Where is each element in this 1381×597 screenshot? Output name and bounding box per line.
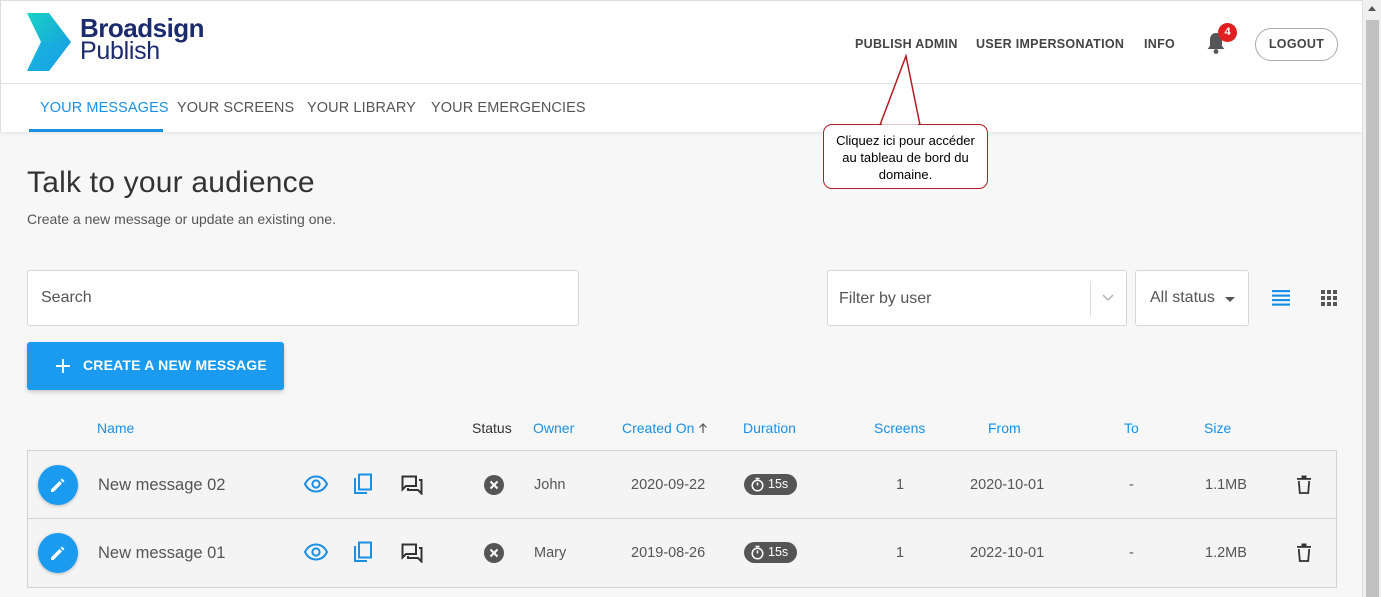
callout-line-2: au tableau de bord du (842, 150, 969, 165)
stopwatch-icon (751, 477, 764, 492)
duplicate-icon[interactable] (353, 473, 373, 496)
logout-button[interactable]: LOGOUT (1255, 28, 1338, 61)
top-header: Broadsign Publish PUBLISH ADMIN USER IMP… (0, 0, 1362, 84)
annotation-callout: Cliquez ici pour accéder au tableau de b… (823, 124, 988, 189)
scrollbar-thumb[interactable] (1366, 20, 1379, 597)
create-new-message-button[interactable]: CREATE A NEW MESSAGE (27, 342, 284, 390)
preview-eye-icon[interactable] (304, 475, 328, 493)
tab-your-library[interactable]: YOUR LIBRARY (307, 100, 416, 116)
active-tab-indicator (29, 129, 163, 132)
table-row: New message 02 John 2020-09-22 15s 1 202… (27, 450, 1337, 519)
table-row: New message 01 Mary 2019-08-26 15s 1 202… (27, 519, 1337, 588)
status-inactive-icon (484, 475, 504, 495)
duration-badge: 15s (744, 474, 797, 495)
edit-button[interactable] (38, 533, 78, 573)
duplicate-icon[interactable] (353, 541, 373, 564)
filter-by-user-select[interactable]: Filter by user (827, 270, 1127, 326)
owner-cell: John (534, 477, 566, 493)
plus-icon (56, 359, 70, 373)
to-cell: - (1129, 545, 1134, 561)
sort-ascending-arrow-icon (699, 423, 708, 433)
duration-badge: 15s (744, 542, 797, 563)
message-name[interactable]: New message 02 (98, 476, 225, 495)
notification-count-badge: 4 (1218, 23, 1237, 42)
pencil-icon (51, 478, 65, 492)
screens-cell: 1 (896, 477, 905, 493)
column-header-from[interactable]: From (988, 420, 1021, 436)
column-header-created-on[interactable]: Created On (622, 420, 708, 436)
info-link[interactable]: INFO (1144, 37, 1175, 51)
column-header-screens[interactable]: Screens (874, 420, 925, 436)
created-on-cell: 2020-09-22 (631, 477, 706, 493)
tab-bar: YOUR MESSAGES YOUR SCREENS YOUR LIBRARY … (0, 84, 1362, 132)
tab-your-screens[interactable]: YOUR SCREENS (177, 100, 294, 116)
edit-button[interactable] (38, 465, 78, 505)
size-cell: 1.1MB (1205, 477, 1247, 493)
trash-icon[interactable] (1296, 475, 1312, 494)
tab-your-messages[interactable]: YOUR MESSAGES (40, 100, 169, 116)
message-name[interactable]: New message 01 (98, 544, 225, 563)
from-cell: 2022-10-01 (970, 545, 1045, 561)
comments-icon[interactable] (401, 475, 423, 495)
preview-eye-icon[interactable] (304, 543, 328, 561)
search-input[interactable] (27, 270, 579, 326)
pencil-icon (51, 546, 65, 560)
created-on-cell: 2019-08-26 (631, 545, 706, 561)
filter-separator (1090, 281, 1091, 317)
column-header-created-on-label: Created On (622, 420, 695, 436)
screens-cell: 1 (896, 545, 905, 561)
column-header-to[interactable]: To (1124, 420, 1139, 436)
broadsign-publish-logo[interactable]: Broadsign Publish (27, 13, 207, 73)
user-impersonation-link[interactable]: USER IMPERSONATION (976, 37, 1124, 51)
column-header-name[interactable]: Name (97, 420, 134, 436)
logo-line-2: Publish (80, 37, 160, 65)
filter-by-user-placeholder: Filter by user (839, 290, 932, 307)
callout-line-1: Cliquez ici pour accéder (836, 133, 975, 148)
chevron-down-icon[interactable] (1101, 290, 1115, 304)
close-icon (489, 480, 499, 490)
status-inactive-icon (484, 543, 504, 563)
publish-admin-link[interactable]: PUBLISH ADMIN (855, 37, 958, 51)
from-cell: 2020-10-01 (970, 477, 1045, 493)
scroll-up-arrow-icon[interactable] (1368, 6, 1376, 11)
duration-value: 15s (768, 545, 789, 559)
grid-view-icon[interactable] (1320, 289, 1338, 307)
page-subtitle: Create a new message or update an existi… (27, 211, 336, 227)
stopwatch-icon (751, 545, 764, 560)
comments-icon[interactable] (401, 543, 423, 563)
column-header-owner[interactable]: Owner (533, 420, 574, 436)
page-title: Talk to your audience (27, 166, 315, 199)
close-icon (489, 548, 499, 558)
caret-down-icon (1225, 297, 1235, 302)
create-new-message-label: CREATE A NEW MESSAGE (83, 357, 267, 373)
column-header-duration[interactable]: Duration (743, 420, 796, 436)
duration-value: 15s (768, 477, 789, 491)
owner-cell: Mary (534, 545, 567, 561)
status-select-value: All status (1150, 289, 1215, 306)
trash-icon[interactable] (1296, 543, 1312, 562)
tab-your-emergencies[interactable]: YOUR EMERGENCIES (431, 100, 586, 116)
logo-text: Broadsign Publish (80, 15, 205, 65)
size-cell: 1.2MB (1205, 545, 1247, 561)
status-select[interactable]: All status (1135, 270, 1249, 326)
column-header-size[interactable]: Size (1204, 420, 1231, 436)
vertical-scrollbar[interactable] (1362, 0, 1381, 597)
column-header-status: Status (472, 420, 512, 436)
logo-arrow-icon (27, 13, 71, 71)
to-cell: - (1129, 477, 1134, 493)
callout-line-3: domaine. (878, 167, 933, 182)
list-view-icon[interactable] (1271, 288, 1291, 306)
